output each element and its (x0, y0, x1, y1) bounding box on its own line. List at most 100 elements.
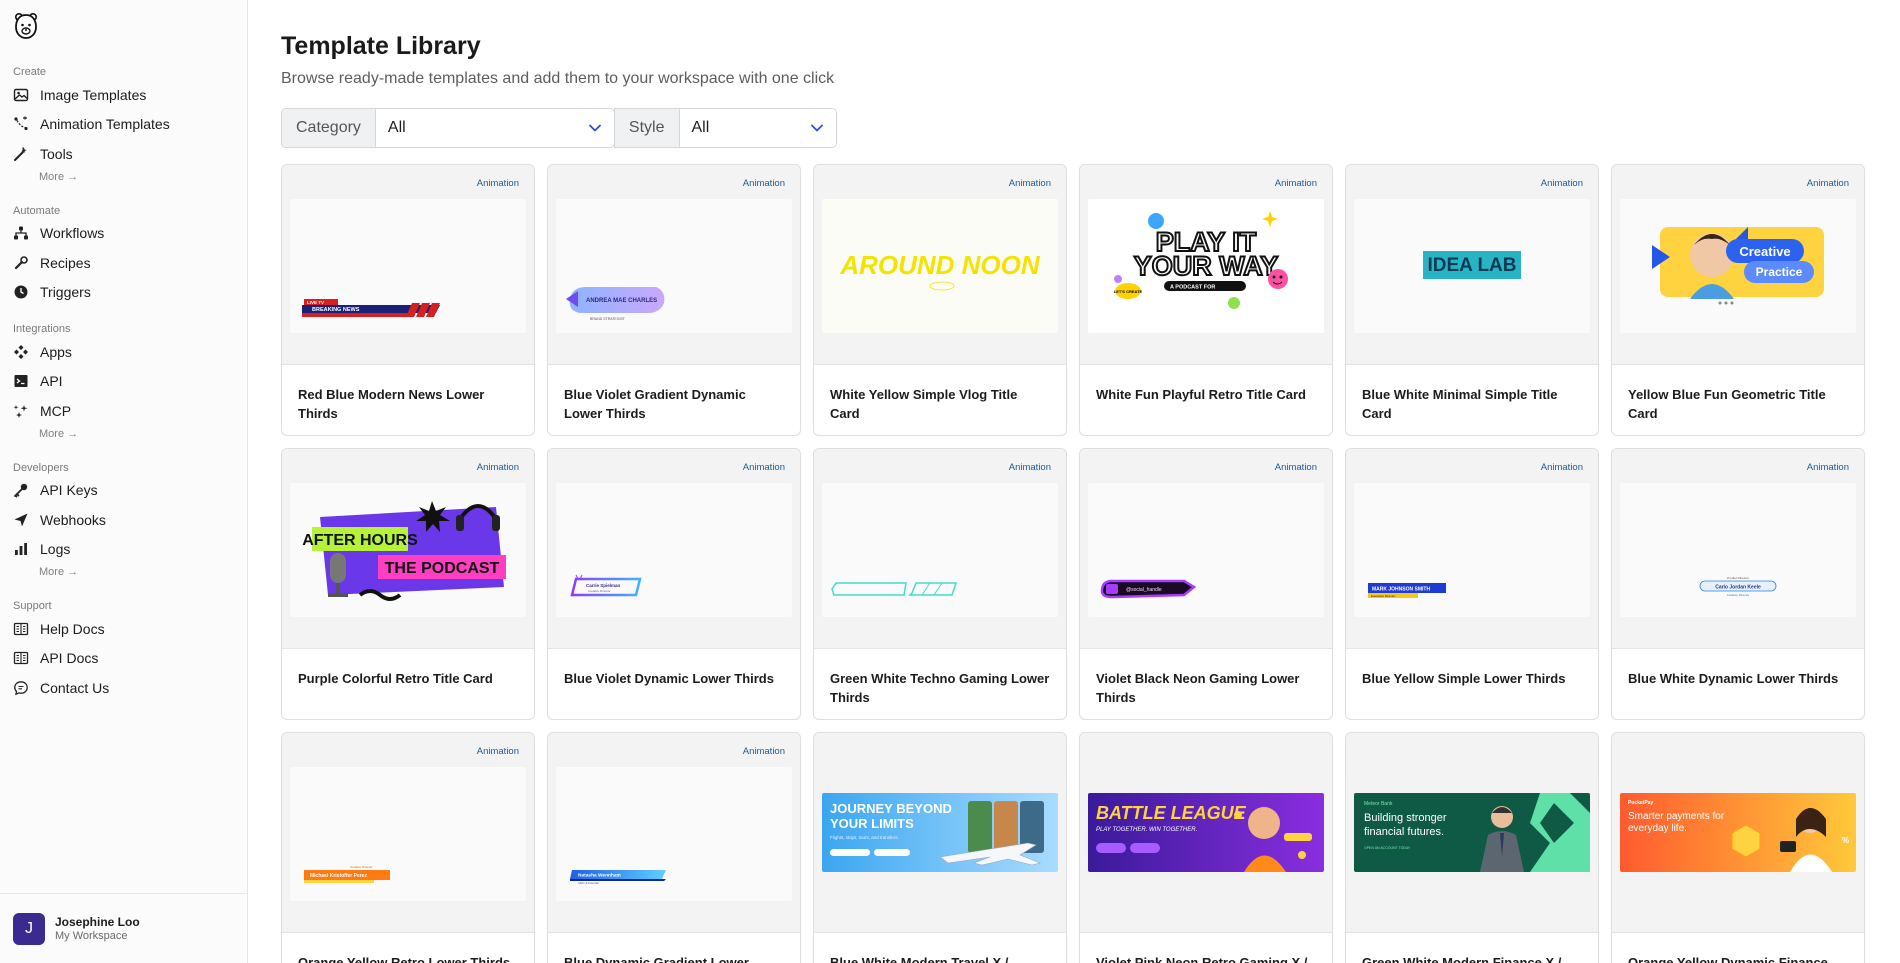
template-card[interactable]: Animation Creative Practice Yellow Blue … (1611, 164, 1865, 436)
template-card[interactable]: Meteor Bank Building stronger financial … (1345, 732, 1599, 963)
sidebar-item-label: Contact Us (40, 679, 110, 696)
workspace-name: My Workspace (55, 930, 128, 942)
sidebar-item-tools[interactable]: Tools (0, 139, 247, 169)
section-title: Support (13, 600, 52, 612)
wand-icon (13, 146, 29, 162)
sidebar-item-triggers[interactable]: Triggers (0, 278, 247, 308)
svg-text:Smarter payments for: Smarter payments for (1628, 811, 1725, 822)
template-card[interactable]: Animation Carrie Spielman Creative Direc… (547, 448, 801, 720)
template-card[interactable]: Animation IDEA LAB Blue White Minimal Sim… (1345, 164, 1599, 436)
sidebar-item-help-docs[interactable]: Help Docs (0, 614, 247, 644)
template-thumbnail: Meteor Bank Building stronger financial … (1354, 793, 1590, 872)
svg-text:Creative Director: Creative Director (588, 589, 611, 593)
template-card[interactable]: Animation Creative Director Michael Kris… (281, 732, 535, 963)
template-preview: Animation Carrie Spielman Creative Direc… (548, 449, 800, 649)
template-thumbnail: LIVE TV BREAKING NEWS (290, 199, 526, 333)
sidebar-item-label: Logs (40, 541, 71, 558)
page-title: Template Library (281, 32, 481, 60)
template-title: Orange Yellow Retro Lower Thirds (298, 955, 511, 963)
animation-badge: Animation (476, 178, 519, 189)
svg-text:PocketPay: PocketPay (1628, 800, 1654, 806)
chevron-down-icon (810, 124, 823, 132)
more-link[interactable]: More → (0, 564, 247, 586)
template-card[interactable]: Animation PLAY IT YOUR WAY A PODCAST FOR… (1079, 164, 1333, 436)
template-preview: PocketPay Smarter payments for everyday … (1612, 733, 1864, 933)
svg-text:LIVE TV: LIVE TV (307, 300, 324, 305)
sidebar-item-workflows[interactable]: Workflows (0, 219, 247, 249)
template-preview: BATTLE LEAGUE PLAY TOGETHER. WIN TOGETHE… (1080, 733, 1332, 933)
svg-text:BRAND STRATEGIST: BRAND STRATEGIST (590, 317, 626, 321)
template-thumbnail: Carrie Spielman Creative Director (556, 483, 792, 617)
more-link[interactable]: More → (0, 169, 247, 191)
svg-text:Creative Director: Creative Director (1727, 593, 1750, 597)
sidebar-nav: Create Image Templates Animation Templates… (0, 62, 247, 715)
send-icon (13, 512, 29, 528)
template-title: White Yellow Simple Vlog Title Card (830, 387, 1018, 421)
template-card[interactable]: Animation AFTER HOURS THE PODCAST Purple… (281, 448, 535, 720)
svg-text:Meteor Bank: Meteor Bank (1364, 801, 1393, 807)
apps-icon (13, 344, 29, 360)
template-preview: Animation (814, 449, 1066, 649)
sidebar-item-recipes[interactable]: Recipes (0, 248, 247, 278)
template-title: Blue Violet Dynamic Lower Thirds (564, 671, 774, 686)
sidebar-item-image-templates[interactable]: Image Templates (0, 80, 247, 110)
avatar: J (13, 912, 45, 945)
sidebar-item-label: Apps (40, 343, 72, 360)
template-preview: Animation AROUND NOON (814, 165, 1066, 365)
app-logo[interactable] (13, 11, 39, 39)
animation-icon (13, 116, 29, 132)
sidebar-item-contact-us[interactable]: Contact Us (0, 673, 247, 703)
svg-text:Natasha Wennham: Natasha Wennham (578, 873, 621, 879)
template-title: Blue Yellow Simple Lower Thirds (1362, 671, 1566, 686)
template-thumbnail: AFTER HOURS THE PODCAST (290, 483, 526, 617)
category-value: All (387, 119, 406, 136)
sidebar-item-api[interactable]: API (0, 367, 247, 397)
animation-badge: Animation (476, 746, 519, 757)
template-card[interactable]: BATTLE LEAGUE PLAY TOGETHER. WIN TOGETHE… (1079, 732, 1333, 963)
template-card[interactable]: PocketPay Smarter payments for everyday … (1611, 732, 1865, 963)
template-preview: Animation Creative Director Michael Kris… (282, 733, 534, 933)
animation-badge: Animation (1274, 178, 1317, 189)
template-card[interactable]: Animation Natasha Wennham CEO & Founder … (547, 732, 801, 963)
svg-text:JOURNEY BEYOND: JOURNEY BEYOND (830, 801, 952, 816)
template-card[interactable]: Animation Product Director Carlo Jordan … (1611, 448, 1865, 720)
sidebar-item-label: Workflows (40, 225, 105, 242)
category-select[interactable]: All (375, 109, 614, 147)
svg-text:THE PODCAST: THE PODCAST (385, 560, 500, 577)
template-preview: Animation PLAY IT YOUR WAY A PODCAST FOR… (1080, 165, 1332, 365)
svg-text:Creative Director: Creative Director (350, 865, 373, 869)
svg-text:AROUND NOON: AROUND NOON (839, 250, 1041, 280)
sidebar-item-api-docs[interactable]: API Docs (0, 644, 247, 674)
sidebar-item-apps[interactable]: Apps (0, 337, 247, 367)
svg-text:PLAY TOGETHER. WIN TOGETHER.: PLAY TOGETHER. WIN TOGETHER. (1096, 827, 1197, 833)
template-card[interactable]: Animation LIVE TV BREAKING NEWS Red Blue… (281, 164, 535, 436)
template-preview: Meteor Bank Building stronger financial … (1346, 733, 1598, 933)
sidebar-item-mcp[interactable]: MCP (0, 396, 247, 426)
sidebar-item-label: API Docs (40, 650, 99, 667)
sidebar-item-logs[interactable]: Logs (0, 535, 247, 565)
sidebar-item-label: API (40, 373, 63, 390)
template-thumbnail: MARK JOHNSON SMITH Executive Director (1354, 483, 1590, 617)
user-profile[interactable]: J Josephine Loo My Workspace (0, 893, 247, 963)
template-card[interactable]: Animation @social_handle Violet Black Neo… (1079, 448, 1333, 720)
svg-text:@social_handle: @social_handle (1126, 587, 1162, 593)
template-card[interactable]: Animation AROUND NOON White Yellow Simpl… (813, 164, 1067, 436)
sidebar-item-label: Webhooks (40, 511, 106, 528)
animation-badge: Animation (742, 462, 785, 473)
template-card[interactable]: Animation Green White Techno Gaming Lowe… (813, 448, 1067, 720)
section-title: Create (13, 66, 47, 78)
svg-text:OPEN AN ACCOUNT TODAY: OPEN AN ACCOUNT TODAY (1364, 846, 1411, 850)
svg-text:Practice: Practice (1756, 265, 1803, 279)
template-title: Blue White Minimal Simple Title Card (1362, 387, 1558, 421)
animation-badge: Animation (1540, 462, 1583, 473)
template-card[interactable]: JOURNEY BEYOND YOUR LIMITS Flights, stay… (813, 732, 1067, 963)
sidebar-item-webhooks[interactable]: Webhooks (0, 505, 247, 535)
sidebar-item-animation-templates[interactable]: Animation Templates (0, 110, 247, 140)
sidebar-item-label: Triggers (40, 284, 91, 301)
template-card[interactable]: Animation MARK JOHNSON SMITH Executive D… (1345, 448, 1599, 720)
template-preview: Animation IDEA LAB (1346, 165, 1598, 365)
template-card[interactable]: Animation ANDREA MAE CHARLES BRAND STRAT… (547, 164, 801, 436)
sidebar-item-api-keys[interactable]: API Keys (0, 476, 247, 506)
more-link[interactable]: More → (0, 426, 247, 448)
style-select[interactable]: All (679, 109, 836, 147)
